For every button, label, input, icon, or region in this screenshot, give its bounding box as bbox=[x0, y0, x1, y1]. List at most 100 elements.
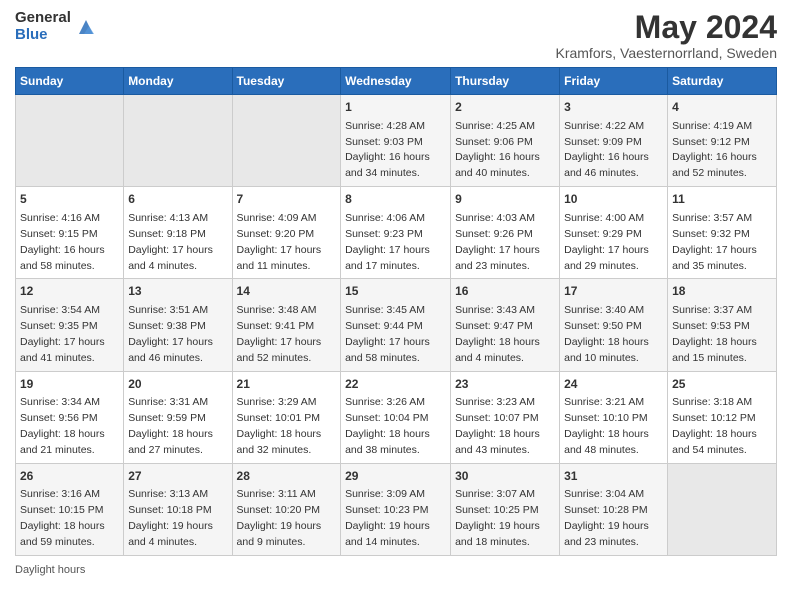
calendar-cell: 21 Sunrise: 3:29 AMSunset: 10:01 PMDaylig… bbox=[232, 371, 341, 463]
cell-content: Sunrise: 3:40 AMSunset: 9:50 PMDaylight:… bbox=[564, 304, 649, 364]
calendar-cell: 28 Sunrise: 3:11 AMSunset: 10:20 PMDaylig… bbox=[232, 463, 341, 555]
header-cell-thursday: Thursday bbox=[451, 68, 560, 95]
day-number: 15 bbox=[345, 283, 446, 300]
day-number: 14 bbox=[237, 283, 337, 300]
calendar-cell: 9Sunrise: 4:03 AMSunset: 9:26 PMDaylight… bbox=[451, 187, 560, 279]
day-number: 1 bbox=[345, 99, 446, 116]
cell-content: Sunrise: 3:21 AMSunset: 10:10 PMDaylight… bbox=[564, 396, 649, 456]
cell-content: Sunrise: 3:34 AMSunset: 9:56 PMDaylight:… bbox=[20, 396, 105, 456]
calendar-table: SundayMondayTuesdayWednesdayThursdayFrid… bbox=[15, 67, 777, 556]
calendar-header: SundayMondayTuesdayWednesdayThursdayFrid… bbox=[16, 68, 777, 95]
cell-content: Sunrise: 3:04 AMSunset: 10:28 PMDaylight… bbox=[564, 488, 649, 548]
page-header: General Blue May 2024 Kramfors, Vaestern… bbox=[15, 10, 777, 61]
day-number: 12 bbox=[20, 283, 119, 300]
logo: General Blue bbox=[15, 10, 97, 43]
calendar-cell: 26Sunrise: 3:16 AMSunset: 10:15 PMDaylig… bbox=[16, 463, 124, 555]
calendar-cell: 13 Sunrise: 3:51 AMSunset: 9:38 PMDayligh… bbox=[124, 279, 232, 371]
cell-content: Sunrise: 4:19 AMSunset: 9:12 PMDaylight:… bbox=[672, 120, 757, 180]
logo-general-text: General bbox=[15, 10, 71, 27]
header-cell-monday: Monday bbox=[124, 68, 232, 95]
day-number: 20 bbox=[128, 376, 227, 393]
cell-content: Sunrise: 3:54 AMSunset: 9:35 PMDaylight:… bbox=[20, 304, 105, 364]
cell-content: Sunrise: 3:11 AMSunset: 10:20 PMDaylight… bbox=[237, 488, 322, 548]
day-number: 18 bbox=[672, 283, 772, 300]
day-number: 7 bbox=[237, 191, 337, 208]
cell-content: Sunrise: 3:26 AMSunset: 10:04 PMDaylight… bbox=[345, 396, 430, 456]
day-number: 3 bbox=[564, 99, 663, 116]
cell-content: Sunrise: 4:00 AMSunset: 9:29 PMDaylight:… bbox=[564, 212, 649, 272]
cell-content: Sunrise: 4:25 AMSunset: 9:06 PMDaylight:… bbox=[455, 120, 540, 180]
day-number: 10 bbox=[564, 191, 663, 208]
day-number: 5 bbox=[20, 191, 119, 208]
week-row-3: 12 Sunrise: 3:54 AMSunset: 9:35 PMDayligh… bbox=[16, 279, 777, 371]
cell-content: Sunrise: 4:13 AMSunset: 9:18 PMDaylight:… bbox=[128, 212, 213, 272]
cell-content: Sunrise: 3:13 AMSunset: 10:18 PMDaylight… bbox=[128, 488, 213, 548]
day-number: 2 bbox=[455, 99, 555, 116]
footer: Daylight hours bbox=[15, 564, 777, 576]
calendar-cell: 14 Sunrise: 3:48 AMSunset: 9:41 PMDayligh… bbox=[232, 279, 341, 371]
subtitle: Kramfors, Vaesternorrland, Sweden bbox=[555, 45, 777, 61]
calendar-cell: 6 Sunrise: 4:13 AMSunset: 9:18 PMDaylight… bbox=[124, 187, 232, 279]
calendar-cell: 7Sunrise: 4:09 AMSunset: 9:20 PMDaylight… bbox=[232, 187, 341, 279]
calendar-cell: 20 Sunrise: 3:31 AMSunset: 9:59 PMDayligh… bbox=[124, 371, 232, 463]
day-number: 22 bbox=[345, 376, 446, 393]
day-number: 6 bbox=[128, 191, 227, 208]
cell-content: Sunrise: 3:29 AMSunset: 10:01 PMDaylight… bbox=[237, 396, 322, 456]
week-row-2: 5 Sunrise: 4:16 AMSunset: 9:15 PMDaylight… bbox=[16, 187, 777, 279]
calendar-cell bbox=[124, 95, 232, 187]
header-row: SundayMondayTuesdayWednesdayThursdayFrid… bbox=[16, 68, 777, 95]
day-number: 13 bbox=[128, 283, 227, 300]
day-number: 26 bbox=[20, 468, 119, 485]
calendar-cell: 17 Sunrise: 3:40 AMSunset: 9:50 PMDayligh… bbox=[560, 279, 668, 371]
week-row-1: 1 Sunrise: 4:28 AMSunset: 9:03 PMDaylight… bbox=[16, 95, 777, 187]
logo-icon bbox=[75, 16, 97, 38]
cell-content: Sunrise: 3:45 AMSunset: 9:44 PMDaylight:… bbox=[345, 304, 430, 364]
calendar-cell: 23Sunrise: 3:23 AMSunset: 10:07 PMDaylig… bbox=[451, 371, 560, 463]
cell-content: Sunrise: 3:57 AMSunset: 9:32 PMDaylight:… bbox=[672, 212, 757, 272]
day-number: 24 bbox=[564, 376, 663, 393]
calendar-cell: 25Sunrise: 3:18 AMSunset: 10:12 PMDaylig… bbox=[668, 371, 777, 463]
calendar-cell bbox=[232, 95, 341, 187]
week-row-5: 26Sunrise: 3:16 AMSunset: 10:15 PMDaylig… bbox=[16, 463, 777, 555]
day-number: 28 bbox=[237, 468, 337, 485]
header-cell-sunday: Sunday bbox=[16, 68, 124, 95]
day-number: 31 bbox=[564, 468, 663, 485]
title-block: May 2024 Kramfors, Vaesternorrland, Swed… bbox=[555, 10, 777, 61]
day-number: 30 bbox=[455, 468, 555, 485]
header-cell-saturday: Saturday bbox=[668, 68, 777, 95]
cell-content: Sunrise: 4:28 AMSunset: 9:03 PMDaylight:… bbox=[345, 120, 430, 180]
calendar-cell: 4 Sunrise: 4:19 AMSunset: 9:12 PMDaylight… bbox=[668, 95, 777, 187]
day-number: 17 bbox=[564, 283, 663, 300]
calendar-cell: 15 Sunrise: 3:45 AMSunset: 9:44 PMDayligh… bbox=[341, 279, 451, 371]
calendar-body: 1 Sunrise: 4:28 AMSunset: 9:03 PMDaylight… bbox=[16, 95, 777, 556]
calendar-cell: 16Sunrise: 3:43 AMSunset: 9:47 PMDayligh… bbox=[451, 279, 560, 371]
calendar-cell bbox=[16, 95, 124, 187]
calendar-cell: 3Sunrise: 4:22 AMSunset: 9:09 PMDaylight… bbox=[560, 95, 668, 187]
calendar-cell: 1 Sunrise: 4:28 AMSunset: 9:03 PMDaylight… bbox=[341, 95, 451, 187]
calendar-cell: 31 Sunrise: 3:04 AMSunset: 10:28 PMDaylig… bbox=[560, 463, 668, 555]
cell-content: Sunrise: 3:43 AMSunset: 9:47 PMDaylight:… bbox=[455, 304, 540, 364]
calendar-cell: 12 Sunrise: 3:54 AMSunset: 9:35 PMDayligh… bbox=[16, 279, 124, 371]
calendar-cell: 8Sunrise: 4:06 AMSunset: 9:23 PMDaylight… bbox=[341, 187, 451, 279]
header-cell-tuesday: Tuesday bbox=[232, 68, 341, 95]
day-number: 25 bbox=[672, 376, 772, 393]
cell-content: Sunrise: 4:16 AMSunset: 9:15 PMDaylight:… bbox=[20, 212, 105, 272]
day-number: 4 bbox=[672, 99, 772, 116]
calendar-cell: 11Sunrise: 3:57 AMSunset: 9:32 PMDayligh… bbox=[668, 187, 777, 279]
header-cell-wednesday: Wednesday bbox=[341, 68, 451, 95]
cell-content: Sunrise: 4:06 AMSunset: 9:23 PMDaylight:… bbox=[345, 212, 430, 272]
cell-content: Sunrise: 3:37 AMSunset: 9:53 PMDaylight:… bbox=[672, 304, 757, 364]
week-row-4: 19Sunrise: 3:34 AMSunset: 9:56 PMDayligh… bbox=[16, 371, 777, 463]
cell-content: Sunrise: 3:48 AMSunset: 9:41 PMDaylight:… bbox=[237, 304, 322, 364]
day-number: 27 bbox=[128, 468, 227, 485]
day-number: 21 bbox=[237, 376, 337, 393]
cell-content: Sunrise: 3:09 AMSunset: 10:23 PMDaylight… bbox=[345, 488, 430, 548]
header-cell-friday: Friday bbox=[560, 68, 668, 95]
daylight-hours-label: Daylight hours bbox=[15, 564, 85, 576]
day-number: 23 bbox=[455, 376, 555, 393]
cell-content: Sunrise: 3:51 AMSunset: 9:38 PMDaylight:… bbox=[128, 304, 213, 364]
cell-content: Sunrise: 3:07 AMSunset: 10:25 PMDaylight… bbox=[455, 488, 540, 548]
cell-content: Sunrise: 3:31 AMSunset: 9:59 PMDaylight:… bbox=[128, 396, 213, 456]
day-number: 29 bbox=[345, 468, 446, 485]
calendar-cell bbox=[668, 463, 777, 555]
